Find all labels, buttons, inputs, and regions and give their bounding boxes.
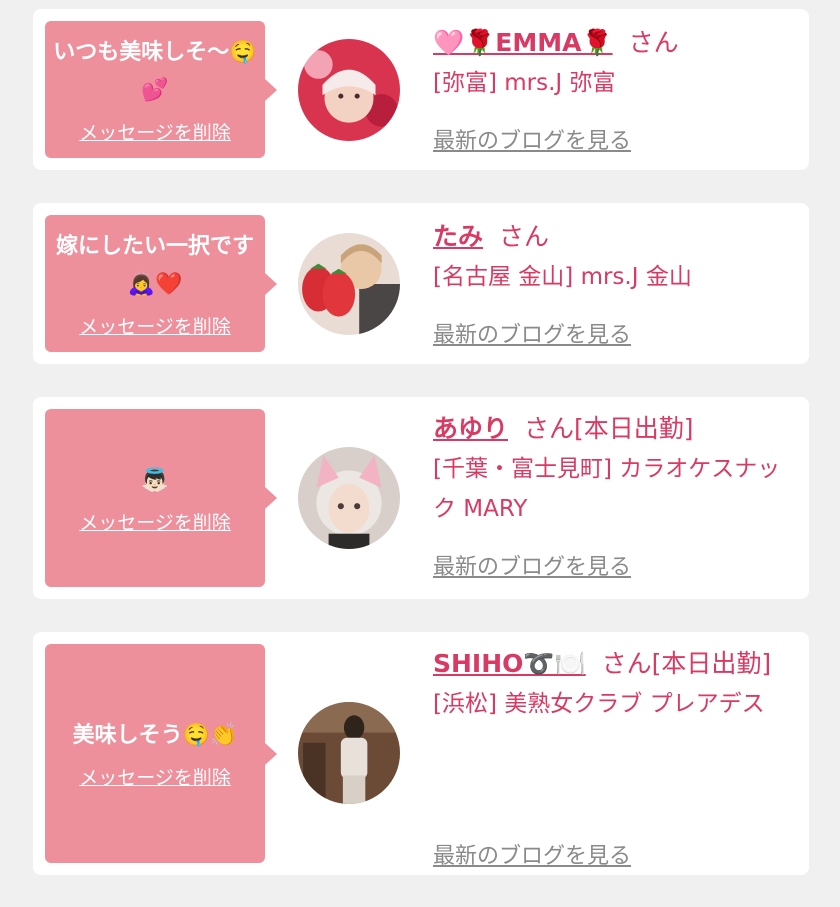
name-line: 🩷🌹EMMA🌹 さん <box>433 23 788 63</box>
message-bubble: いつも美味しそ〜🤤💕 メッセージを削除 <box>45 21 277 158</box>
message-card: 👼🏻 メッセージを削除 あゆり さん[本日出勤] [千葉・富士見町] カラオケスナ… <box>33 397 809 599</box>
avatar[interactable] <box>298 447 400 549</box>
cast-name-link[interactable]: 🩷🌹EMMA🌹 <box>433 28 613 57</box>
shop-name: [浜松] 美熟女クラブ プレアデス <box>433 691 765 717</box>
shop-name: [千葉・富士見町] カラオケスナック MARY <box>433 456 781 522</box>
delete-message-link[interactable]: メッセージを削除 <box>79 763 231 790</box>
avatar[interactable] <box>298 702 400 804</box>
message-text: 👼🏻 <box>141 467 169 493</box>
delete-message-link[interactable]: メッセージを削除 <box>79 118 231 145</box>
cast-info: たみ さん [名古屋 金山] mrs.J 金山 最新のブログを見る <box>433 217 788 348</box>
message-text: 美味しそう🤤👏 <box>72 723 238 748</box>
latest-blog-link[interactable]: 最新のブログを見る <box>433 549 631 581</box>
latest-blog-link[interactable]: 最新のブログを見る <box>433 838 631 870</box>
honorific: さん[本日出勤] <box>601 649 772 678</box>
cast-info: SHIHO➰🍽️ さん[本日出勤] [浜松] 美熟女クラブ プレアデス 最新のブロ… <box>433 644 788 869</box>
honorific: さん <box>499 222 550 251</box>
shop-name: [名古屋 金山] mrs.J 金山 <box>433 264 692 290</box>
name-line: SHIHO➰🍽️ さん[本日出勤] <box>433 644 788 684</box>
message-card: 美味しそう🤤👏 メッセージを削除 SHIHO➰🍽️ さん[本日出勤] [浜松] 美… <box>33 632 809 875</box>
message-bubble: 👼🏻 メッセージを削除 <box>45 409 277 587</box>
message-text: 嫁にしたい一択です🙇‍♀️❤️ <box>55 234 254 297</box>
cast-info: 🩷🌹EMMA🌹 さん [弥富] mrs.J 弥富 最新のブログを見る <box>433 23 788 154</box>
cast-name-link[interactable]: あゆり <box>433 414 508 443</box>
honorific: さん <box>628 28 679 57</box>
message-bubble: 嫁にしたい一択です🙇‍♀️❤️ メッセージを削除 <box>45 215 277 352</box>
shop-name: [弥富] mrs.J 弥富 <box>433 70 616 96</box>
cast-info: あゆり さん[本日出勤] [千葉・富士見町] カラオケスナック MARY 最新のブ… <box>433 409 788 580</box>
name-line: あゆり さん[本日出勤] <box>433 409 788 449</box>
message-card: いつも美味しそ〜🤤💕 メッセージを削除 🩷🌹EMMA🌹 さん [弥富] mrs.J… <box>33 9 809 170</box>
avatar[interactable] <box>298 39 400 141</box>
delete-message-link[interactable]: メッセージを削除 <box>79 508 231 535</box>
message-card: 嫁にしたい一択です🙇‍♀️❤️ メッセージを削除 たみ さん [名古屋 金山] m… <box>33 203 809 364</box>
latest-blog-link[interactable]: 最新のブログを見る <box>433 317 631 349</box>
honorific: さん[本日出勤] <box>524 414 694 443</box>
cast-name-link[interactable]: SHIHO➰🍽️ <box>433 649 586 678</box>
cast-name-link[interactable]: たみ <box>433 222 483 251</box>
message-text: いつも美味しそ〜🤤💕 <box>53 40 257 103</box>
avatar[interactable] <box>298 233 400 335</box>
name-line: たみ さん <box>433 217 788 257</box>
latest-blog-link[interactable]: 最新のブログを見る <box>433 123 631 155</box>
message-bubble: 美味しそう🤤👏 メッセージを削除 <box>45 644 277 863</box>
delete-message-link[interactable]: メッセージを削除 <box>79 312 231 339</box>
